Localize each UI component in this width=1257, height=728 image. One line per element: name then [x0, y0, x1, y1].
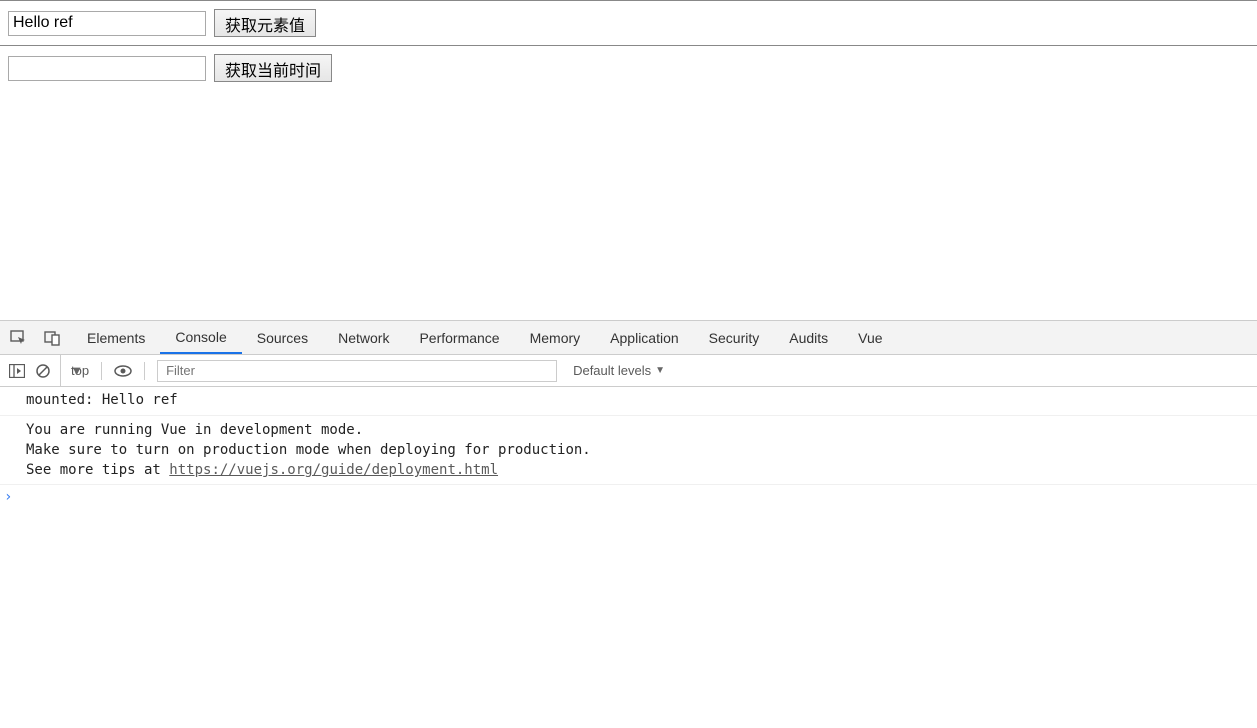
devtools-panel: Elements Console Sources Network Perform… — [0, 320, 1257, 728]
divider — [101, 362, 102, 380]
tab-security[interactable]: Security — [694, 321, 775, 354]
tab-elements[interactable]: Elements — [72, 321, 160, 354]
tab-network[interactable]: Network — [323, 321, 404, 354]
deployment-link[interactable]: https://vuejs.org/guide/deployment.html — [169, 462, 498, 478]
clear-console-icon[interactable] — [34, 362, 52, 380]
console-toolbar: top ▼ Default levels ▼ — [0, 355, 1257, 387]
tab-memory[interactable]: Memory — [515, 321, 596, 354]
tab-console[interactable]: Console — [160, 321, 241, 354]
tab-performance[interactable]: Performance — [404, 321, 514, 354]
get-current-time-button[interactable]: 获取当前时间 — [214, 54, 332, 82]
console-warn-text: See more tips at https://vuejs.org/guide… — [26, 460, 1257, 480]
console-output: mounted: Hello ref You are running Vue i… — [0, 387, 1257, 728]
inspect-element-icon[interactable] — [10, 329, 28, 347]
form-row-1: 获取元素值 — [0, 1, 1257, 46]
toggle-sidebar-icon[interactable] — [8, 362, 26, 380]
execution-context-label: top — [71, 363, 89, 378]
devtools-tabstrip: Elements Console Sources Network Perform… — [0, 321, 1257, 355]
device-toggle-icon[interactable] — [44, 329, 62, 347]
tab-vue[interactable]: Vue — [843, 321, 897, 354]
console-warn-text: Make sure to turn on production mode whe… — [26, 440, 1257, 460]
tab-application[interactable]: Application — [595, 321, 694, 354]
form-row-2: 获取当前时间 — [0, 46, 1257, 90]
execution-context-select[interactable]: top ▼ — [60, 355, 89, 386]
ref-input[interactable] — [8, 11, 206, 36]
tab-sources[interactable]: Sources — [242, 321, 323, 354]
console-prompt[interactable]: › — [0, 485, 1257, 509]
console-log-line: mounted: Hello ref — [0, 387, 1257, 416]
console-log-block: You are running Vue in development mode.… — [0, 416, 1257, 486]
chevron-down-icon: ▼ — [655, 365, 665, 376]
tab-audits[interactable]: Audits — [774, 321, 843, 354]
time-input[interactable] — [8, 56, 206, 81]
get-element-value-button[interactable]: 获取元素值 — [214, 9, 316, 37]
console-text: See more tips at — [26, 462, 169, 478]
log-levels-label: Default levels — [573, 363, 651, 378]
filter-input[interactable] — [157, 360, 557, 382]
live-expression-icon[interactable] — [114, 362, 132, 380]
log-levels-select[interactable]: Default levels ▼ — [565, 363, 665, 378]
divider — [144, 362, 145, 380]
console-warn-text: You are running Vue in development mode. — [26, 420, 1257, 440]
